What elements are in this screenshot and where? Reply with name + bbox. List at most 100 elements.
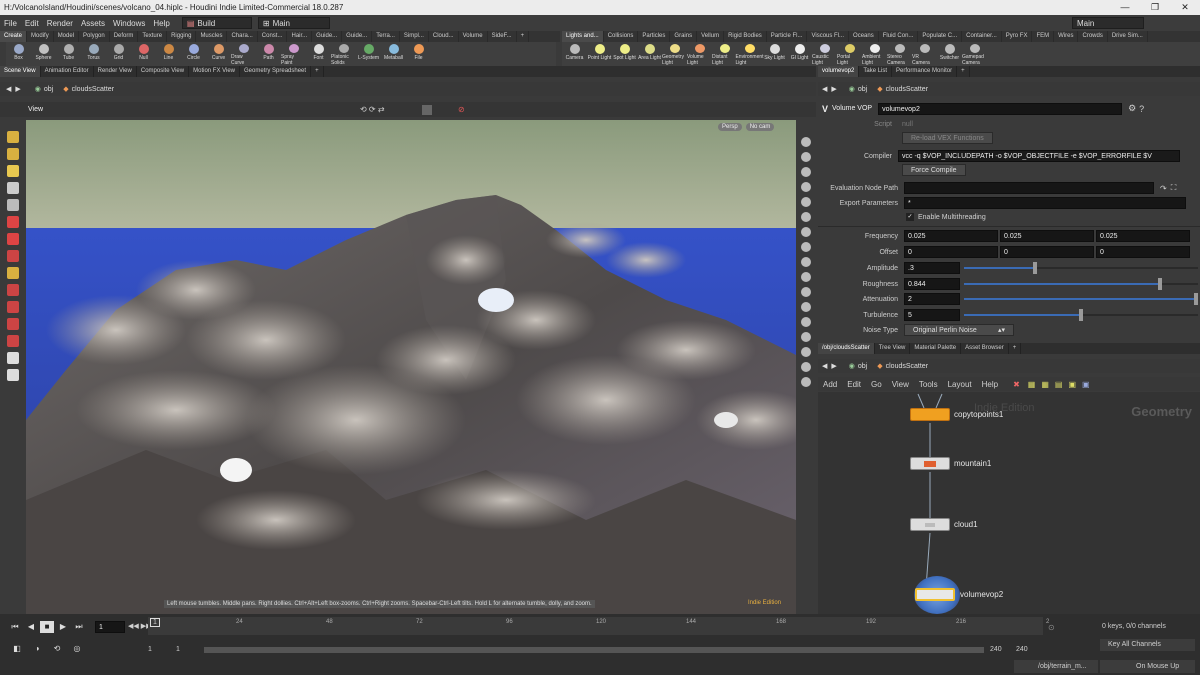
reload-vex-button[interactable]: Re-load VEX Functions (902, 132, 993, 144)
wrench-icon[interactable]: ✖ (1013, 380, 1020, 389)
no-entry-icon[interactable]: ⊘ (458, 105, 465, 114)
multithread-checkbox[interactable]: ✓ (906, 213, 914, 221)
frequency-x-field[interactable]: 0.025 (904, 230, 998, 242)
shelf-tab[interactable]: Vellum (697, 31, 725, 42)
frequency-z-field[interactable]: 0.025 (1096, 230, 1190, 242)
shelf-tool-button[interactable]: Null (131, 42, 156, 66)
abc-icon[interactable] (801, 347, 811, 357)
jump-start-icon[interactable]: ⏮ (8, 621, 22, 633)
handle-tool-icon[interactable] (7, 267, 19, 279)
add-tab-icon[interactable]: + (1009, 343, 1022, 354)
net-menu-view[interactable]: View (887, 380, 914, 389)
shelf-tool-button[interactable]: Circle (181, 42, 206, 66)
camera-menu[interactable]: No cam (745, 123, 775, 131)
network-path-root[interactable]: obj (858, 363, 867, 370)
offset-y-field[interactable]: 0 (1000, 246, 1094, 258)
shelf-tab[interactable]: Grains (670, 31, 698, 42)
realtime-icon[interactable]: ◧ (10, 643, 24, 655)
close-button[interactable]: ✕ (1170, 0, 1200, 15)
tab-scene-view[interactable]: Scene View (0, 66, 41, 77)
jump-end-icon[interactable]: ⏭ (72, 621, 86, 633)
net-menu-help[interactable]: Help (977, 380, 1003, 389)
network-path-node[interactable]: cloudsScatter (886, 363, 928, 370)
menu-windows[interactable]: Windows (109, 19, 149, 28)
shelf-tab[interactable]: Rigging (167, 31, 197, 42)
shelf-tool-button[interactable]: Grid (106, 42, 131, 66)
shelf-tab[interactable]: Polygon (79, 31, 110, 42)
scale-tool-icon[interactable] (7, 250, 19, 262)
amplitude-slider[interactable] (964, 262, 1198, 274)
node-mountain1[interactable] (910, 457, 950, 470)
tab-tree-view[interactable]: Tree View (875, 343, 911, 354)
shelf-tool-button[interactable]: Area Light (637, 42, 662, 66)
grid-icon[interactable]: ▦ (1028, 380, 1036, 389)
range-end-2[interactable]: 240 (1016, 646, 1028, 653)
shelf-tool-button[interactable]: Environment Light (735, 42, 764, 66)
key-all-channels-dropdown[interactable]: Key All Channels (1100, 639, 1195, 651)
rotate-tool-icon[interactable] (7, 233, 19, 245)
shelf-tool-button[interactable]: Path (256, 42, 281, 66)
shelf-tool-button[interactable]: Torus (81, 42, 106, 66)
shelf-tab[interactable]: Texture (138, 31, 168, 42)
minimize-button[interactable]: — (1110, 0, 1140, 15)
offset-z-field[interactable]: 0 (1096, 246, 1190, 258)
shelf-tool-button[interactable]: Curve (206, 42, 231, 66)
shelf-tab[interactable]: Simpl... (400, 31, 429, 42)
render-region-icon[interactable] (7, 369, 19, 381)
shelf-tool-button[interactable]: Camera (562, 42, 587, 66)
right-desktop-dropdown[interactable]: Main (1072, 17, 1144, 29)
shelf-tool-button[interactable]: Tube (56, 42, 81, 66)
persp-menu[interactable]: Persp (718, 123, 742, 131)
export-field[interactable]: * (904, 197, 1186, 209)
tab-take-list[interactable]: Take List (859, 66, 893, 77)
shelf-tab[interactable]: Modify (27, 31, 54, 42)
shelf-tab[interactable]: Fluid Con... (879, 31, 919, 42)
shelf-tab[interactable]: Deform (110, 31, 139, 42)
shelf-tool-button[interactable]: VR Camera (912, 42, 937, 66)
shelf-tool-button[interactable]: Volume Light (687, 42, 712, 66)
maximize-button[interactable]: ❐ (1140, 0, 1170, 15)
node-copytopoints1[interactable] (910, 408, 950, 421)
shelf-tab[interactable]: Volume (459, 31, 488, 42)
eval-path-field[interactable] (904, 182, 1154, 194)
shading-mode-icon[interactable] (801, 152, 811, 162)
global-animation-icon[interactable]: ◎ (70, 643, 84, 655)
back-arrow-icon[interactable]: ◀ (822, 85, 827, 93)
shelf-tab[interactable]: Hair... (287, 31, 313, 42)
timeline-ruler[interactable]: 1 24 48 72 96 120 144 168 192 216 2 (148, 617, 1049, 635)
shelf-tab[interactable]: Model (54, 31, 80, 42)
shelf-tool-button[interactable]: Spot Light (612, 42, 637, 66)
loop-icon[interactable]: ⟲ (50, 643, 64, 655)
shelf-tool-button[interactable]: Ambient Light (862, 42, 887, 66)
points-icon[interactable] (801, 272, 811, 282)
shelf-tab[interactable]: Lights and... (562, 31, 604, 42)
add-tab-icon[interactable]: + (957, 66, 970, 77)
snapshot-icon[interactable] (801, 362, 811, 372)
tab-asset-browser[interactable]: Asset Browser (961, 343, 1009, 354)
shelf-tab[interactable]: Wires (1054, 31, 1079, 42)
layout-icon[interactable]: ▦ (1041, 380, 1049, 389)
shelf-tab[interactable]: Terra... (372, 31, 400, 42)
shelf-tab[interactable]: Muscles (196, 31, 228, 42)
grid-snap-icon[interactable] (7, 352, 19, 364)
range-start-1[interactable]: 1 (148, 646, 152, 653)
tab-animation-editor[interactable]: Animation Editor (41, 66, 94, 77)
node-name-field[interactable]: volumevop2 (878, 102, 1123, 115)
display-options-icon[interactable] (801, 137, 811, 147)
network-editor[interactable]: Geometry Indie Edition copytopoints1 mou… (818, 392, 1200, 614)
amplitude-field[interactable]: .3 (904, 262, 960, 274)
shelf-tool-button[interactable]: Draw Curve (231, 42, 256, 66)
shelf-tab[interactable]: Cloud... (429, 31, 459, 42)
menu-render[interactable]: Render (43, 19, 77, 28)
frequency-y-field[interactable]: 0.025 (1000, 230, 1094, 242)
snap-tool-icon[interactable] (7, 318, 19, 330)
forward-arrow-icon[interactable]: ▶ (15, 85, 20, 93)
lock-icon[interactable] (7, 199, 19, 211)
shelf-tool-button[interactable]: Sky Light (762, 42, 787, 66)
node-cloud1[interactable] (910, 518, 950, 531)
force-compile-button[interactable]: Force Compile (902, 164, 966, 176)
brush-tool-icon[interactable] (7, 301, 19, 313)
shadows-icon[interactable] (801, 212, 811, 222)
gear-icon[interactable]: ⚙ (1128, 103, 1136, 114)
forward-arrow-icon[interactable]: ▶ (831, 85, 836, 93)
